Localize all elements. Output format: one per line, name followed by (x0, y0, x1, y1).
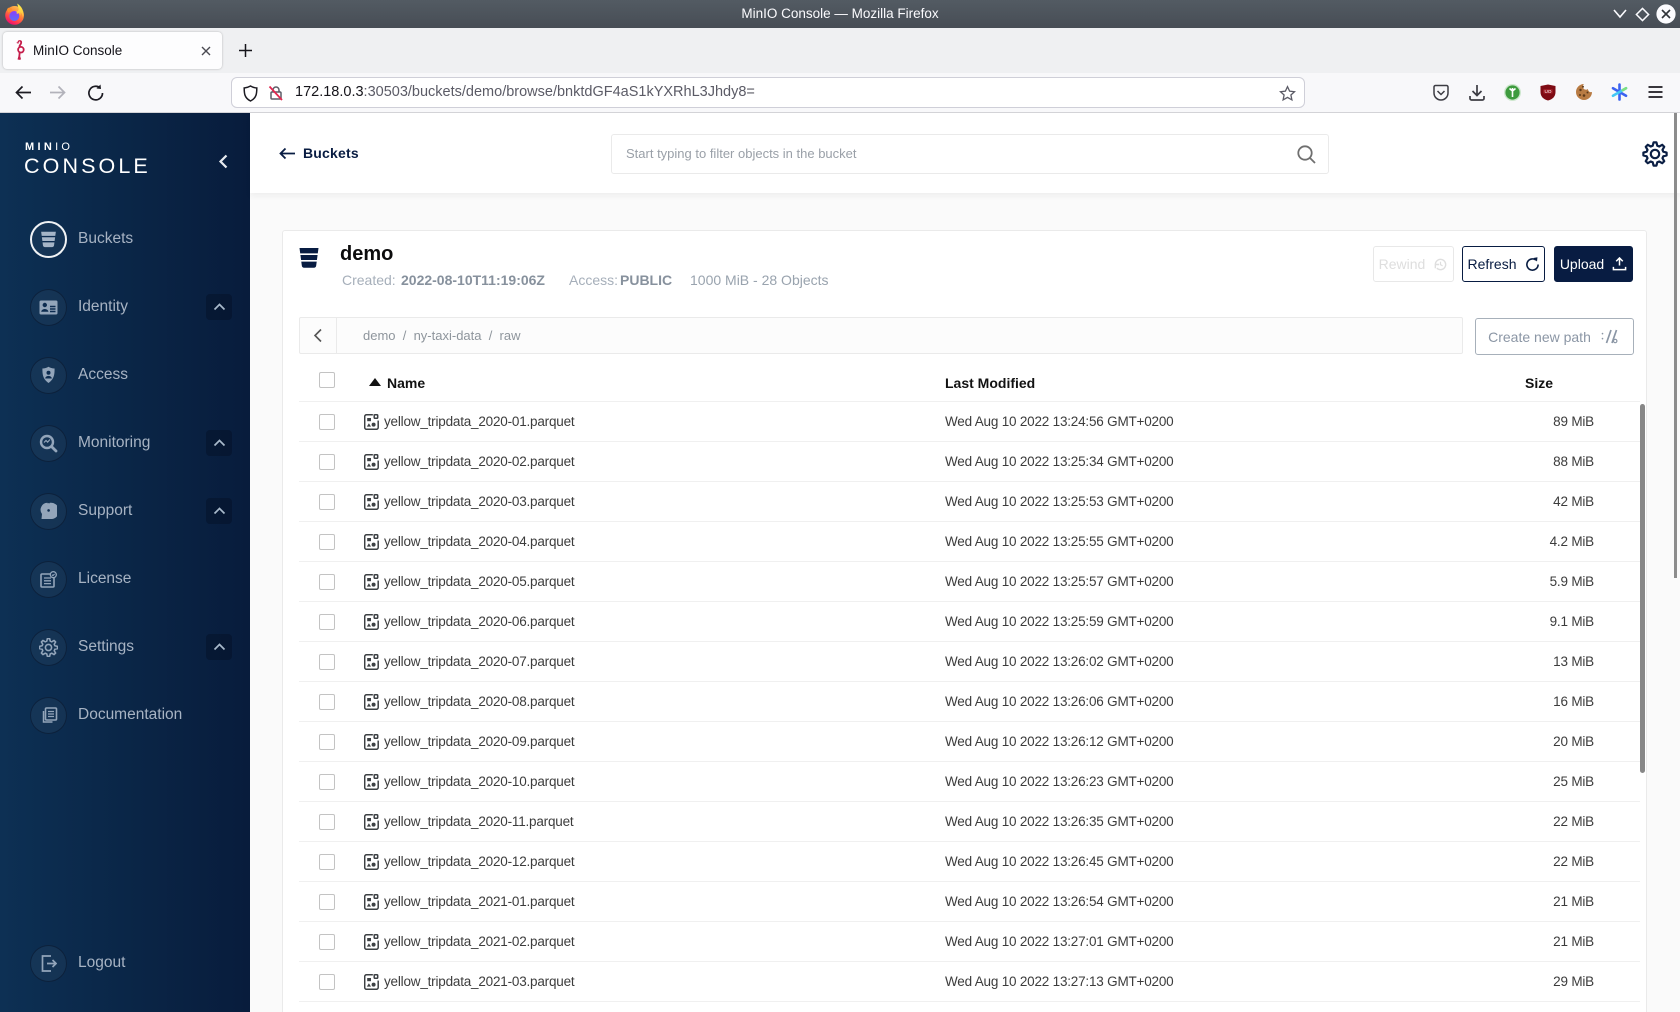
svg-text:UO: UO (1545, 89, 1552, 94)
